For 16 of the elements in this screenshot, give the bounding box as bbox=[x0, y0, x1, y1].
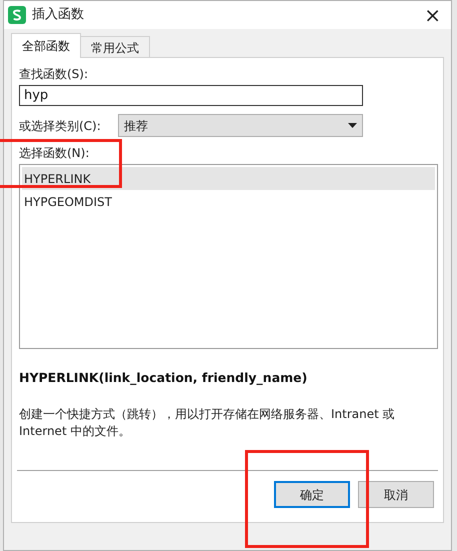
function-signature: HYPERLINK(link_location, friendly_name) bbox=[19, 369, 308, 387]
app-logo-icon bbox=[8, 6, 26, 24]
function-description: 创建一个快捷方式（跳转），用以打开存储在网络服务器、Intranet 或 Internet 中的文件。 bbox=[19, 406, 396, 440]
category-dropdown[interactable]: 推荐 bbox=[118, 114, 363, 137]
window-title: 插入函数 bbox=[32, 6, 85, 24]
dialog-button[interactable]: 取消 bbox=[358, 481, 434, 508]
search-field[interactable]: hyp bbox=[19, 85, 363, 106]
field-label: 选择函数(N): bbox=[19, 145, 90, 161]
dialog-button[interactable]: 确定 bbox=[274, 481, 350, 508]
tab[interactable]: 全部函数 bbox=[11, 33, 81, 58]
field-label: 查找函数(S): bbox=[19, 66, 90, 82]
field-label: 或选择类别(C): bbox=[19, 118, 102, 134]
close-button[interactable]: × bbox=[420, 5, 445, 25]
dropdown-caret-icon bbox=[348, 123, 357, 128]
list-item[interactable]: HYPERLINK bbox=[22, 167, 435, 190]
tab[interactable]: 常用公式 bbox=[81, 36, 150, 58]
